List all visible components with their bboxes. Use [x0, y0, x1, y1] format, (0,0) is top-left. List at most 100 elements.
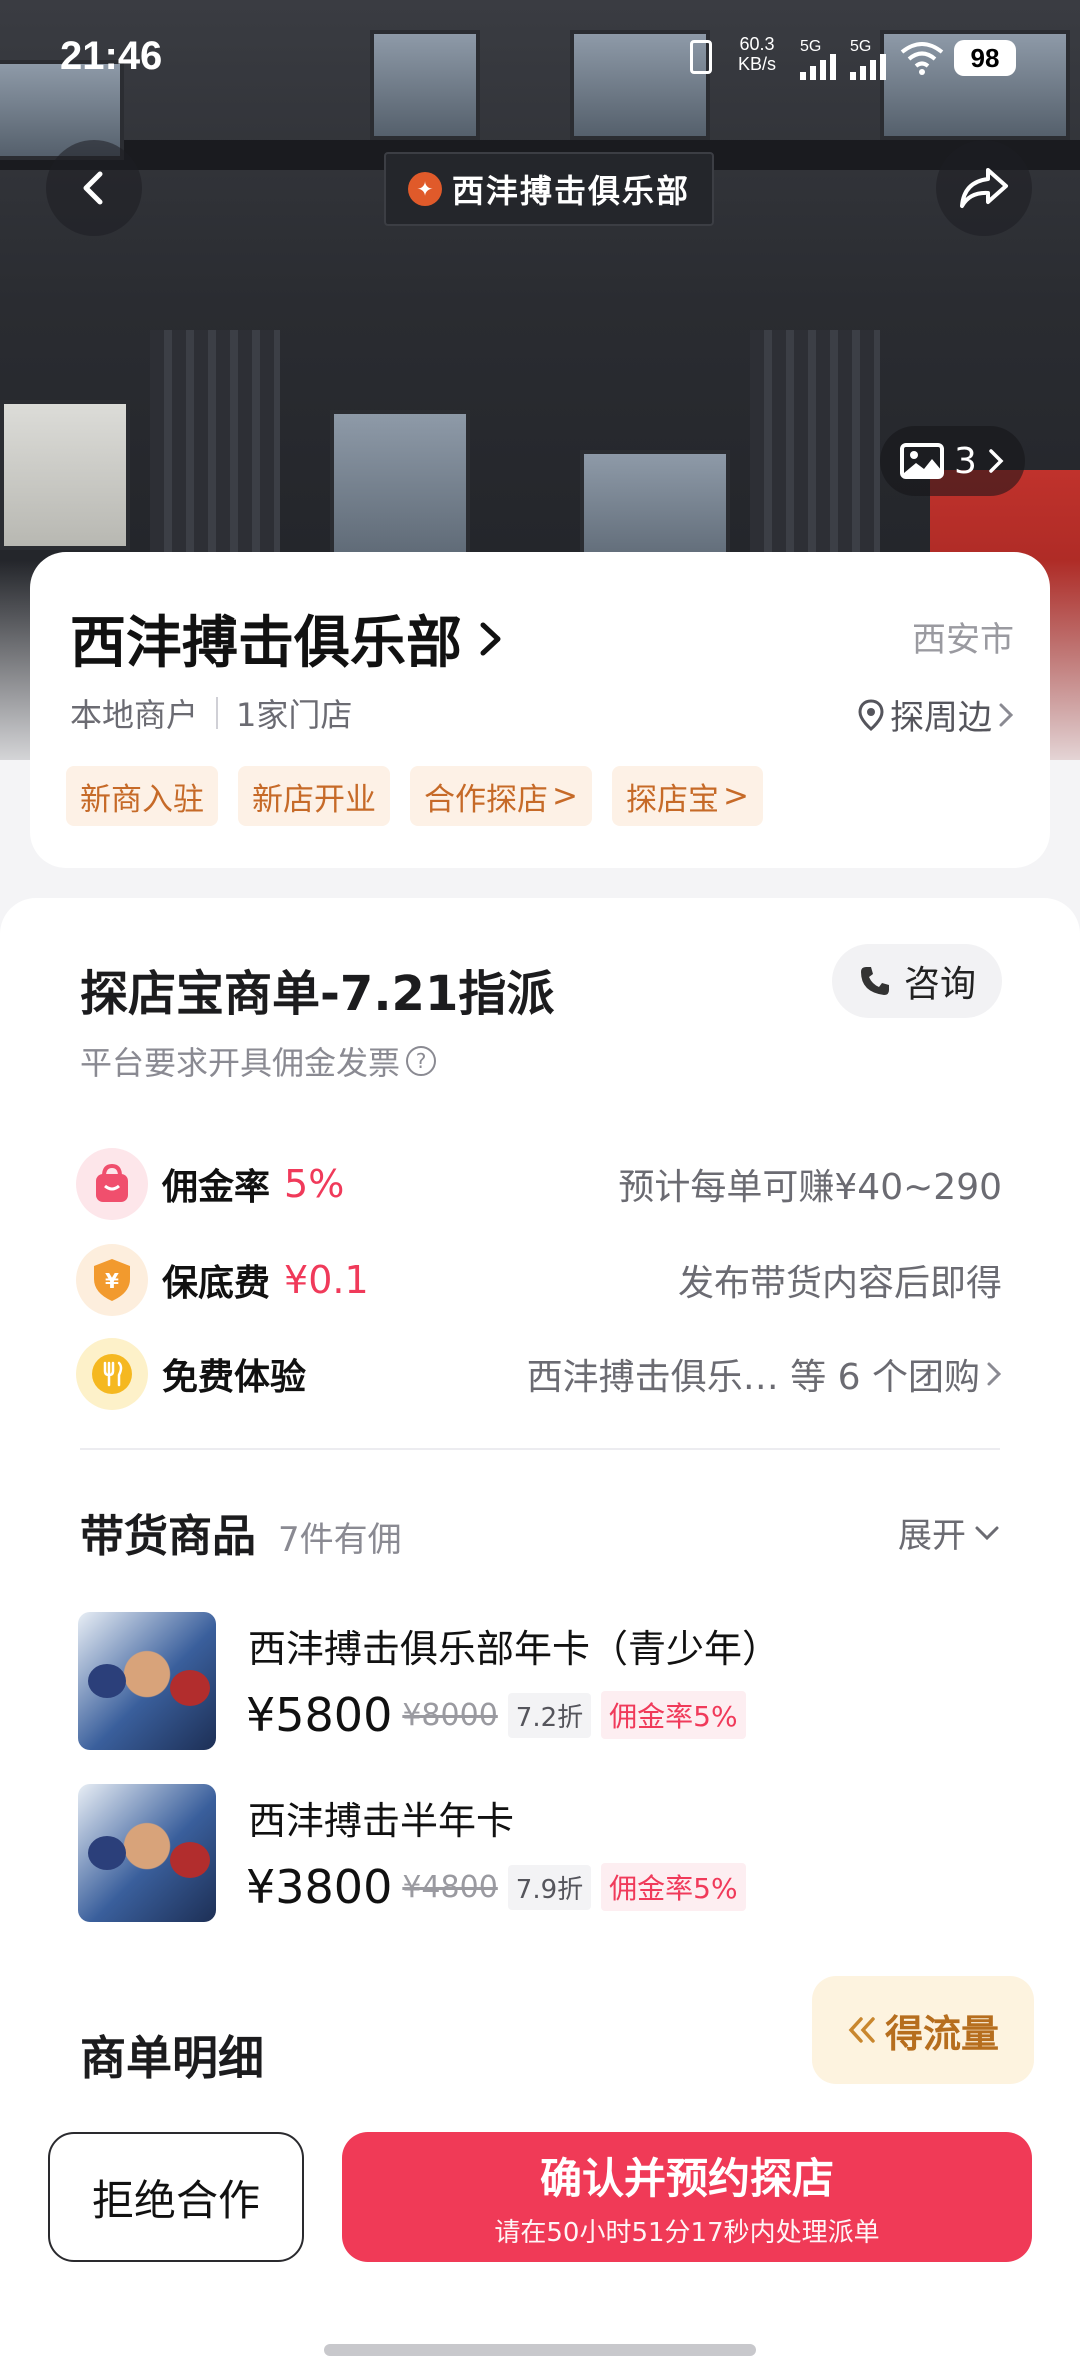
section-divider: [80, 1448, 1000, 1450]
help-icon[interactable]: ?: [406, 1046, 437, 1076]
merchant-city: 西安市: [912, 620, 1014, 660]
back-button[interactable]: [46, 140, 142, 236]
commission-row: 佣金率 5% 预计每单可赚¥40~290: [76, 1146, 1002, 1222]
product-prices: ¥5800 ¥8000 7.2折 佣金率5%: [246, 1688, 746, 1742]
goods-count: 7件有佣: [278, 1520, 402, 1560]
photo-gallery-button[interactable]: 3: [880, 426, 1025, 496]
get-traffic-bubble[interactable]: 得流量: [812, 1976, 1034, 2104]
reject-button[interactable]: 拒绝合作: [48, 2132, 304, 2262]
product-commission: 佣金率5%: [601, 1691, 746, 1739]
tag-new-store: 新店开业: [238, 766, 390, 826]
expand-button[interactable]: 展开: [898, 1508, 1000, 1557]
explore-label: 探周边: [890, 698, 992, 738]
confirm-booking-button[interactable]: 确认并预约探店 请在50小时51分17秒内处理派单: [342, 2132, 1032, 2262]
product-thumbnail: [78, 1784, 216, 1922]
share-button[interactable]: [936, 140, 1032, 236]
merchant-card: 西沣搏击俱乐部 西安市 本地商户 1家门店 探周边 新商入驻 新店开业 合作探店…: [30, 552, 1050, 868]
photo-count-value: 3: [954, 440, 977, 482]
tag-tandianbao[interactable]: 探店宝 >: [611, 766, 763, 826]
product-name: 西沣搏击半年卡: [248, 1799, 515, 1843]
invoice-note: 平台要求开具佣金发票 ?: [80, 1038, 437, 1084]
glove-shape: [88, 1664, 126, 1698]
order-details-heading: 商单明细: [80, 2031, 264, 2085]
tag-cooperation[interactable]: 合作探店 >: [410, 766, 592, 826]
chevron-right-icon: [989, 449, 1004, 473]
product-prices: ¥3800 ¥4800 7.9折 佣金率5%: [246, 1860, 746, 1914]
sim-icon: [690, 40, 712, 74]
tag-chevron-icon: >: [552, 778, 578, 814]
product-discount: 7.9折: [507, 1864, 592, 1910]
status-time: 21:46: [60, 34, 163, 78]
explore-nearby-link[interactable]: 探周边: [858, 690, 1014, 739]
consult-label: 咨询: [903, 964, 976, 1005]
glove-shape: [170, 1670, 210, 1706]
side-wall: [0, 400, 130, 550]
product-original-price: ¥8000: [402, 1697, 498, 1733]
signal-bars-icon: [850, 54, 886, 80]
merchant-type: 本地商户: [70, 696, 199, 734]
merchant-tags: 新商入驻 新店开业 合作探店 > 探店宝 >: [66, 766, 763, 826]
guarantee-fee-note: 发布带货内容后即得: [677, 1263, 1002, 1304]
shield-yen-icon: ¥: [76, 1244, 148, 1316]
product-price: ¥3800: [246, 1860, 393, 1914]
home-indicator[interactable]: [324, 2344, 756, 2356]
free-experience-deals: 西沣搏击俱乐… 等 6 个团购: [527, 1348, 1002, 1400]
commission-bag-icon: [76, 1148, 148, 1220]
product-item[interactable]: 西沣搏击俱乐部年卡（青少年） ¥5800 ¥8000 7.2折 佣金率5%: [78, 1612, 1008, 1752]
expand-label: 展开: [898, 1516, 966, 1556]
confirm-deadline: 请在50小时51分17秒内处理派单: [494, 2218, 880, 2248]
double-chevron-left-icon: [848, 2017, 875, 2043]
store-count: 1家门店: [236, 696, 353, 734]
guarantee-fee-label: 保底费: [162, 1263, 271, 1304]
sign-text: 西沣搏击俱乐部: [451, 172, 690, 210]
goods-header: 带货商品 7件有佣: [80, 1500, 402, 1564]
phone-icon: [860, 967, 889, 995]
product-original-price: ¥4800: [402, 1869, 498, 1905]
guarantee-fee-row: ¥ 保底费 ¥0.1 发布带货内容后即得: [76, 1242, 1002, 1318]
consult-button[interactable]: 咨询: [831, 944, 1002, 1018]
free-experience-row[interactable]: 免费体验 西沣搏击俱乐… 等 6 个团购: [76, 1336, 1002, 1412]
image-icon: [900, 443, 944, 479]
location-pin-icon: [858, 698, 884, 731]
wifi-icon: [900, 42, 944, 75]
merchant-meta: 本地商户 1家门店: [70, 690, 352, 736]
get-traffic-label: 得流量: [884, 2011, 999, 2056]
chevron-left-icon: [83, 171, 103, 205]
tag-label: 探店宝: [625, 781, 719, 818]
merchant-name: 西沣搏击俱乐部: [70, 611, 462, 676]
tag-label: 合作探店: [424, 781, 548, 818]
free-experience-text: 西沣搏击俱乐… 等 6 个团购: [526, 1357, 980, 1398]
battery-indicator: 98: [954, 40, 1016, 76]
chevron-right-icon: [987, 1362, 1002, 1386]
free-experience-label: 免费体验: [162, 1357, 307, 1398]
utensils-icon: [76, 1338, 148, 1410]
net-speed-unit: KB/s: [738, 54, 777, 74]
product-commission: 佣金率5%: [601, 1863, 746, 1911]
merchant-name-link[interactable]: 西沣搏击俱乐部: [70, 598, 504, 679]
status-bar: 21:46 60.3 KB/s 5G 5G 98: [0, 28, 1080, 92]
signal-bars-icon: [800, 54, 836, 80]
tag-new-merchant: 新商入驻: [66, 766, 218, 826]
commission-label: 佣金率: [162, 1167, 271, 1208]
commission-value: 5%: [284, 1162, 345, 1206]
tag-chevron-icon: >: [722, 778, 749, 814]
chevron-down-icon: [975, 1526, 999, 1540]
tag-label: 新店开业: [252, 781, 376, 818]
tag-label: 新商入驻: [80, 781, 204, 818]
commission-estimate: 预计每单可赚¥40~290: [618, 1167, 1002, 1208]
guarantee-fee-value: ¥0.1: [284, 1258, 369, 1302]
product-name: 西沣搏击俱乐部年卡（青少年）: [248, 1627, 781, 1671]
bottom-action-bar: 拒绝合作 确认并预约探店 请在50小时51分17秒内处理派单: [0, 2084, 1080, 2376]
glove-shape: [88, 1836, 126, 1870]
club-logo-icon: ✦: [407, 172, 442, 206]
product-thumbnail: [78, 1612, 216, 1750]
product-discount: 7.2折: [507, 1692, 592, 1738]
product-price: ¥5800: [246, 1688, 393, 1742]
invoice-note-text: 平台要求开具佣金发票: [80, 1044, 401, 1082]
product-item[interactable]: 西沣搏击半年卡 ¥3800 ¥4800 7.9折 佣金率5%: [78, 1784, 1008, 1924]
shop-signboard: ✦ 西沣搏击俱乐部: [384, 152, 714, 226]
confirm-label: 确认并预约探店: [539, 2154, 834, 2203]
order-title: 探店宝商单-7.21指派: [80, 966, 555, 1022]
glove-shape: [170, 1842, 210, 1878]
net-speed: 60.3 KB/s: [738, 34, 776, 74]
